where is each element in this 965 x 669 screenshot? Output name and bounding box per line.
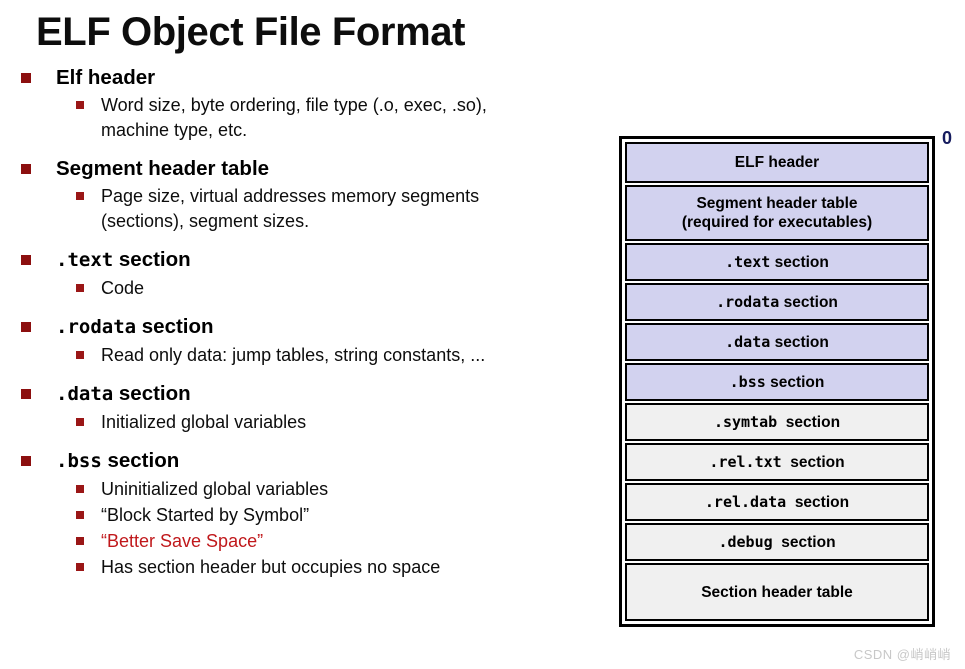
sub-bullet-read-only-data: Read only data: jump tables, string cons…	[0, 343, 610, 368]
sub-bullet-square-icon	[76, 511, 84, 519]
sub-bullet-square-icon	[76, 192, 84, 200]
diagram-box-mono-name: .rel.data	[704, 492, 787, 511]
diagram-box-bss-section: .bss section	[625, 363, 929, 401]
sub-bullet-label: “Block Started by Symbol”	[101, 505, 310, 525]
sub-bullet-label-line1: Word size, byte ordering, file type (.o,…	[101, 95, 487, 115]
sub-bullet-square-icon	[76, 351, 84, 359]
sub-bullet-square-icon	[76, 101, 84, 109]
diagram-box-rodata-section: .rodata section	[625, 283, 929, 321]
sub-bullet-square-icon	[76, 485, 84, 493]
sub-bullet-label: “Better Save Space”	[101, 531, 264, 551]
bullet-square-icon	[21, 73, 31, 83]
bullet-mono-name: .data	[56, 383, 114, 405]
diagram-box-rel-txt-section: .rel.txt section	[625, 443, 929, 481]
diagram-box-symtab-section: .symtab section	[625, 403, 929, 441]
diagram-box-mono-name: .rodata	[716, 292, 780, 311]
diagram-box-debug-section: .debug section	[625, 523, 929, 561]
bullet-label: section	[118, 382, 191, 405]
diagram-box-label: section	[781, 533, 836, 551]
csdn-watermark: CSDN @峭峭峭	[853, 647, 951, 662]
sub-bullet-label: Has section header but occupies no space	[101, 557, 441, 577]
bullet-list: Elf header Word size, byte ordering, fil…	[0, 64, 610, 581]
bullet-square-icon	[21, 456, 31, 466]
diagram-box-label: ELF header	[734, 154, 820, 171]
sub-bullet-square-icon	[76, 563, 84, 571]
diagram-box-mono-name: .rel.txt	[709, 452, 782, 471]
bullet-mono-name: .text	[56, 249, 114, 271]
diagram-box-text-section: .text section	[625, 243, 929, 281]
sub-bullet-better-save-space: “Better Save Space”	[0, 529, 610, 554]
diagram-box-label: Segment header table	[696, 195, 858, 212]
diagram-box-label: Section header table	[701, 583, 853, 601]
elf-file-layout-diagram: ELF header Segment header table (require…	[619, 136, 935, 627]
sub-bullet-label-line2: machine type, etc.	[101, 120, 248, 140]
sub-bullet-square-icon	[76, 418, 84, 426]
sub-bullet-label: Uninitialized global variables	[101, 479, 329, 499]
bullet-mono-name: .rodata	[56, 316, 137, 338]
sub-bullet-initialized-globals: Initialized global variables	[0, 410, 610, 435]
diagram-box-label: section	[783, 293, 838, 311]
bullet-text-section: .text section	[0, 246, 610, 274]
sub-bullet-page-size: Page size, virtual addresses memory segm…	[0, 184, 610, 234]
sub-bullet-label-line1: Page size, virtual addresses memory segm…	[101, 186, 480, 206]
bullet-square-icon	[21, 322, 31, 332]
sub-bullet-word-size: Word size, byte ordering, file type (.o,…	[0, 93, 610, 143]
diagram-box-label: section	[790, 453, 845, 471]
diagram-box-mono-name: .debug	[718, 532, 773, 551]
bullet-rodata-section: .rodata section	[0, 313, 610, 341]
diagram-box-mono-name: .text	[725, 252, 771, 271]
bullet-square-icon	[21, 255, 31, 265]
diagram-box-segment-header-table: Segment header table (required for execu…	[625, 185, 929, 241]
bullet-label: Elf header	[56, 66, 156, 89]
sub-bullet-label: Initialized global variables	[101, 412, 307, 432]
diagram-box-label: section	[794, 493, 850, 511]
sub-bullet-label-line2: (sections), segment sizes.	[101, 211, 310, 231]
diagram-box-label: section	[774, 333, 829, 351]
bullet-square-icon	[21, 389, 31, 399]
bullet-segment-header-table: Segment header table	[0, 155, 610, 182]
bullet-label: section	[118, 248, 191, 271]
diagram-box-section-header-table: Section header table	[625, 563, 929, 621]
sub-bullet-has-section-header: Has section header but occupies no space	[0, 555, 610, 580]
diagram-box-label: section	[774, 253, 829, 271]
bullet-data-section: .data section	[0, 380, 610, 408]
sub-bullet-label: Read only data: jump tables, string cons…	[101, 345, 486, 365]
sub-bullet-square-icon	[76, 537, 84, 545]
bullet-bss-section: .bss section	[0, 447, 610, 475]
diagram-box-data-section: .data section	[625, 323, 929, 361]
bullet-mono-name: .bss	[56, 450, 102, 472]
sub-bullet-label: Code	[101, 278, 145, 298]
bullet-label: section	[107, 449, 180, 472]
diagram-box-mono-name: .bss	[729, 372, 766, 391]
bullet-elf-header: Elf header	[0, 64, 610, 91]
diagram-box-sublabel: (required for executables)	[681, 214, 873, 231]
offset-zero-label: 0	[942, 128, 953, 148]
diagram-box-label: section	[785, 413, 841, 431]
diagram-box-elf-header: ELF header	[625, 142, 929, 183]
bullet-square-icon	[21, 164, 31, 174]
sub-bullet-block-started-by-symbol: “Block Started by Symbol”	[0, 503, 610, 528]
diagram-box-rel-data-section: .rel.data section	[625, 483, 929, 521]
bullet-label: section	[141, 315, 214, 338]
page-title: ELF Object File Format	[36, 10, 466, 54]
diagram-box-label: section	[770, 373, 825, 391]
sub-bullet-uninitialized-globals: Uninitialized global variables	[0, 477, 610, 502]
sub-bullet-square-icon	[76, 284, 84, 292]
diagram-box-mono-name: .symtab	[713, 412, 778, 431]
sub-bullet-code: Code	[0, 276, 610, 301]
bullet-label: Segment header table	[56, 157, 270, 180]
diagram-box-mono-name: .data	[725, 332, 771, 351]
